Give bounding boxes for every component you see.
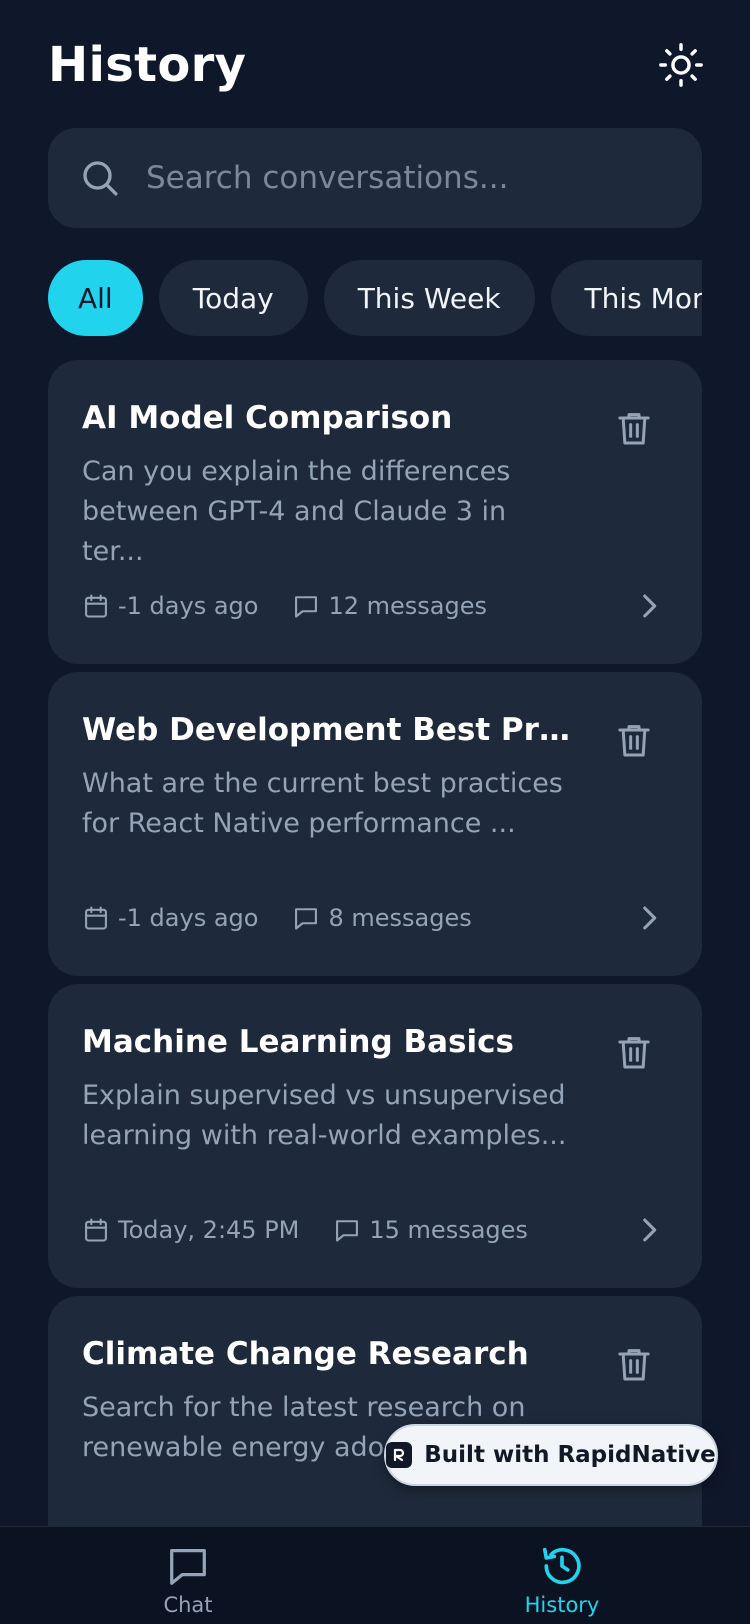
trash-icon bbox=[618, 413, 650, 445]
conversation-title: Web Development Best Practices bbox=[82, 712, 582, 748]
tab-chat[interactable]: Chat bbox=[118, 1543, 258, 1617]
trash-icon bbox=[618, 725, 650, 757]
conversation-meta: -1 days ago 12 messages bbox=[82, 586, 666, 626]
conversation-meta: Today, 2:45 PM 15 messages bbox=[82, 1210, 666, 1250]
filter-chip-today[interactable]: Today bbox=[158, 260, 308, 336]
tab-label: Chat bbox=[163, 1593, 213, 1617]
chevron-right-icon bbox=[643, 906, 657, 930]
conversation-card[interactable]: Web Development Best Practices What are … bbox=[48, 672, 702, 976]
sun-icon bbox=[659, 43, 703, 87]
conversation-date: Today, 2:45 PM bbox=[118, 1216, 300, 1244]
conversation-card[interactable]: AI Model Comparison Can you explain the … bbox=[48, 360, 702, 664]
search-input[interactable] bbox=[146, 128, 702, 228]
search-icon bbox=[80, 158, 120, 198]
filter-chip-all[interactable]: All bbox=[48, 260, 143, 336]
calendar-icon bbox=[82, 904, 110, 932]
conversation-date: -1 days ago bbox=[118, 904, 259, 932]
rapidnative-logo-icon bbox=[386, 1442, 413, 1468]
message-count: 12 messages bbox=[328, 592, 487, 620]
delete-button[interactable] bbox=[614, 1344, 654, 1384]
tab-label: History bbox=[524, 1593, 600, 1617]
search-bar bbox=[48, 128, 702, 228]
conversation-title: Climate Change Research bbox=[82, 1336, 529, 1372]
conversation-meta: -1 days ago 8 messages bbox=[82, 898, 666, 938]
open-conversation-button[interactable] bbox=[632, 589, 666, 623]
message-icon bbox=[292, 592, 320, 620]
open-conversation-button[interactable] bbox=[632, 1213, 666, 1247]
message-icon bbox=[292, 904, 320, 932]
bottom-tab-bar: Chat History bbox=[0, 1526, 750, 1624]
message-icon bbox=[333, 1216, 361, 1244]
calendar-icon bbox=[82, 592, 110, 620]
filter-chip-this-week[interactable]: This Week bbox=[323, 260, 535, 336]
chevron-right-icon bbox=[643, 594, 657, 618]
conversation-title: Machine Learning Basics bbox=[82, 1024, 514, 1060]
tab-history[interactable]: History bbox=[492, 1543, 632, 1617]
calendar-icon bbox=[82, 1216, 110, 1244]
message-count: 8 messages bbox=[328, 904, 472, 932]
chevron-right-icon bbox=[643, 1218, 657, 1242]
filter-chip-this-month[interactable]: This Month bbox=[550, 260, 702, 336]
conversation-preview: Can you explain the differences between … bbox=[82, 456, 511, 567]
conversation-card[interactable]: Machine Learning Basics Explain supervis… bbox=[48, 984, 702, 1288]
message-count: 15 messages bbox=[369, 1216, 528, 1244]
conversation-title: AI Model Comparison bbox=[82, 400, 453, 436]
delete-button[interactable] bbox=[614, 408, 654, 448]
theme-toggle-button[interactable] bbox=[654, 38, 708, 92]
trash-icon bbox=[618, 1349, 650, 1381]
conversation-preview: Explain supervised vs unsupervised learn… bbox=[82, 1080, 567, 1151]
open-conversation-button[interactable] bbox=[632, 901, 666, 935]
conversation-preview: What are the current best practices for … bbox=[82, 768, 563, 839]
history-screen: History AllTodayThis WeekThis bbox=[0, 0, 750, 1624]
header: History bbox=[48, 30, 703, 100]
conversation-date: -1 days ago bbox=[118, 592, 259, 620]
delete-button[interactable] bbox=[614, 720, 654, 760]
filter-chips: AllTodayThis WeekThis Month bbox=[48, 260, 702, 336]
history-icon bbox=[539, 1543, 585, 1589]
page-title: History bbox=[48, 37, 247, 93]
delete-button[interactable] bbox=[614, 1032, 654, 1072]
trash-icon bbox=[618, 1037, 650, 1069]
badge-label: Built with RapidNative bbox=[424, 1442, 716, 1468]
chat-bubble-icon bbox=[165, 1543, 211, 1589]
built-with-rapidnative-badge[interactable]: Built with RapidNative bbox=[384, 1424, 718, 1486]
